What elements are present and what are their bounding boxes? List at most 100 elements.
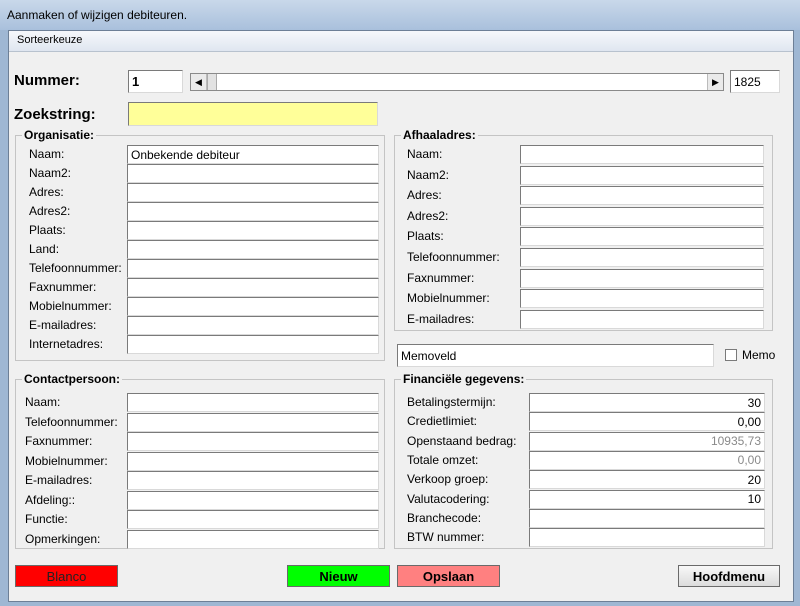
financieel-label-credietlimiet: Credietlimiet: (407, 414, 478, 429)
financiele-gegevens-group: Financiële gegevens: Betalingstermijn: Cr… (394, 372, 773, 549)
organisatie-input-adres[interactable] (127, 183, 379, 202)
scroll-right-icon[interactable]: ▶ (707, 74, 723, 90)
contact-input-faxnummer[interactable] (127, 432, 379, 451)
scroll-thumb[interactable] (207, 74, 217, 90)
afhaaladres-legend: Afhaaladres: (401, 128, 478, 142)
organisatie-input-internetadres[interactable] (127, 335, 379, 354)
organisatie-legend: Organisatie: (22, 128, 97, 142)
contact-label-mobielnummer: Mobielnummer: (25, 453, 108, 468)
organisatie-label-internetadres: Internetadres: (29, 337, 104, 351)
nieuw-button[interactable]: Nieuw (287, 565, 390, 587)
afhaal-label-adres: Adres: (407, 188, 442, 203)
form-area: Sorteerkeuze Nummer: ◀ ▶ Zoekstring: Org… (8, 30, 794, 602)
contact-label-afdeling: Afdeling:: (25, 492, 76, 507)
scroll-left-icon[interactable]: ◀ (191, 74, 207, 90)
organisatie-input-telefoonnummer[interactable] (127, 259, 379, 278)
afhaal-label-naam2: Naam2: (407, 167, 450, 182)
afhaal-input-adres2[interactable] (520, 206, 764, 226)
organisatie-input-naam[interactable] (127, 145, 379, 164)
organisatie-input-plaats[interactable] (127, 221, 379, 240)
opslaan-button[interactable]: Opslaan (397, 565, 500, 587)
organisatie-input-adres2[interactable] (127, 202, 379, 221)
afhaal-label-naam: Naam: (407, 147, 443, 161)
record-scrollbar[interactable]: ◀ ▶ (190, 73, 724, 91)
financieel-input-verkoop-groep[interactable] (529, 470, 765, 490)
organisatie-label-faxnummer: Faxnummer: (29, 280, 97, 294)
contact-label-telefoonnummer: Telefoonnummer: (25, 414, 118, 429)
organisatie-label-land: Land: (29, 242, 60, 256)
financieel-input-totale-omzet[interactable] (529, 450, 765, 470)
zoekstring-input[interactable] (128, 102, 378, 126)
contact-input-opmerkingen[interactable] (127, 529, 379, 549)
menu-sorteerkeuze[interactable]: Sorteerkeuze (15, 34, 84, 46)
afhaal-input-telefoonnummer[interactable] (520, 248, 764, 267)
afhaal-input-e-mailadres[interactable] (520, 309, 764, 329)
financiele-gegevens-legend: Financiële gegevens: (401, 372, 527, 386)
financieel-input-openstaand-bedrag[interactable] (529, 431, 765, 451)
memo-checkbox-label: Memo (742, 348, 776, 362)
zoekstring-label: Zoekstring: (14, 106, 96, 123)
financieel-input-credietlimiet[interactable] (529, 412, 765, 432)
afhaaladres-group: Afhaaladres: Naam: Naam2: Adres: Adres2: Pla… (394, 128, 773, 331)
organisatie-label-naam: Naam: (29, 147, 65, 161)
afhaal-input-plaats[interactable] (520, 227, 764, 247)
contact-label-functie: Functie: (25, 512, 68, 526)
contact-input-mobielnummer[interactable] (127, 451, 379, 471)
financieel-label-openstaand-bedrag: Openstaand bedrag: (407, 433, 517, 448)
contactpersoon-group: Contactpersoon: Naam: Telefoonnummer: Faxn… (15, 372, 385, 549)
afhaal-input-naam2[interactable] (520, 165, 764, 185)
window-title: Aanmaken of wijzigen debiteuren. (7, 8, 188, 22)
organisatie-label-adres: Adres: (29, 185, 64, 199)
financieel-label-branchecode: Branchecode: (407, 510, 482, 525)
contact-input-naam[interactable] (127, 393, 379, 412)
organisatie-label-adres2: Adres2: (29, 204, 71, 218)
total-records-field[interactable] (730, 70, 780, 93)
organisatie-label-e-mailadres: E-mailadres: (29, 318, 97, 332)
memoveld-input[interactable] (397, 344, 714, 367)
afhaal-label-telefoonnummer: Telefoonnummer: (407, 250, 500, 264)
afhaal-input-faxnummer[interactable] (520, 268, 764, 288)
financieel-input-betalingstermijn[interactable] (529, 393, 765, 412)
organisatie-group: Organisatie: Naam: Naam2: Adres: Adres2: Pla… (15, 128, 385, 361)
nummer-label: Nummer: (14, 72, 80, 89)
blanco-button[interactable]: Blanco (15, 565, 118, 587)
contact-input-e-mailadres[interactable] (127, 471, 379, 490)
afhaal-label-mobielnummer: Mobielnummer: (407, 291, 490, 306)
nummer-input[interactable] (128, 70, 183, 93)
afhaal-label-plaats: Plaats: (407, 229, 444, 244)
contact-label-e-mailadres: E-mailadres: (25, 473, 93, 487)
financieel-label-valutacodering: Valutacodering: (407, 491, 490, 506)
afhaal-input-mobielnummer[interactable] (520, 289, 764, 309)
contact-label-faxnummer: Faxnummer: (25, 434, 93, 448)
financieel-input-branchecode[interactable] (529, 508, 765, 528)
financieel-label-totale-omzet: Totale omzet: (407, 452, 479, 467)
organisatie-input-e-mailadres[interactable] (127, 316, 379, 335)
contactpersoon-legend: Contactpersoon: (22, 372, 122, 386)
financieel-input-btw-nummer[interactable] (529, 528, 765, 548)
contact-input-afdeling[interactable] (127, 490, 379, 510)
organisatie-input-faxnummer[interactable] (127, 278, 379, 297)
organisatie-input-naam2[interactable] (127, 164, 379, 183)
afhaal-label-e-mailadres: E-mailadres: (407, 311, 475, 326)
organisatie-label-plaats: Plaats: (29, 223, 66, 237)
hoofdmenu-button[interactable]: Hoofdmenu (678, 565, 780, 587)
financieel-label-betalingstermijn: Betalingstermijn: (407, 395, 496, 409)
financieel-label-verkoop-groep: Verkoop groep: (407, 472, 489, 487)
menu-bar: Sorteerkeuze (9, 31, 793, 52)
afhaal-input-naam[interactable] (520, 145, 764, 164)
memo-checkbox[interactable] (725, 349, 737, 361)
organisatie-input-land[interactable] (127, 240, 379, 259)
financieel-label-btw-nummer: BTW nummer: (407, 530, 485, 545)
organisatie-input-mobielnummer[interactable] (127, 297, 379, 316)
contact-label-naam: Naam: (25, 395, 61, 409)
financieel-input-valutacodering[interactable] (529, 489, 765, 509)
app-window: Aanmaken of wijzigen debiteuren. Sorteer… (0, 0, 800, 606)
afhaal-label-faxnummer: Faxnummer: (407, 270, 475, 285)
organisatie-label-telefoonnummer: Telefoonnummer: (29, 261, 122, 275)
contact-input-telefoonnummer[interactable] (127, 412, 379, 432)
afhaal-input-adres[interactable] (520, 186, 764, 206)
contact-label-opmerkingen: Opmerkingen: (25, 531, 101, 546)
contact-input-functie[interactable] (127, 510, 379, 529)
organisatie-label-mobielnummer: Mobielnummer: (29, 299, 112, 313)
title-bar: Aanmaken of wijzigen debiteuren. (0, 0, 800, 30)
